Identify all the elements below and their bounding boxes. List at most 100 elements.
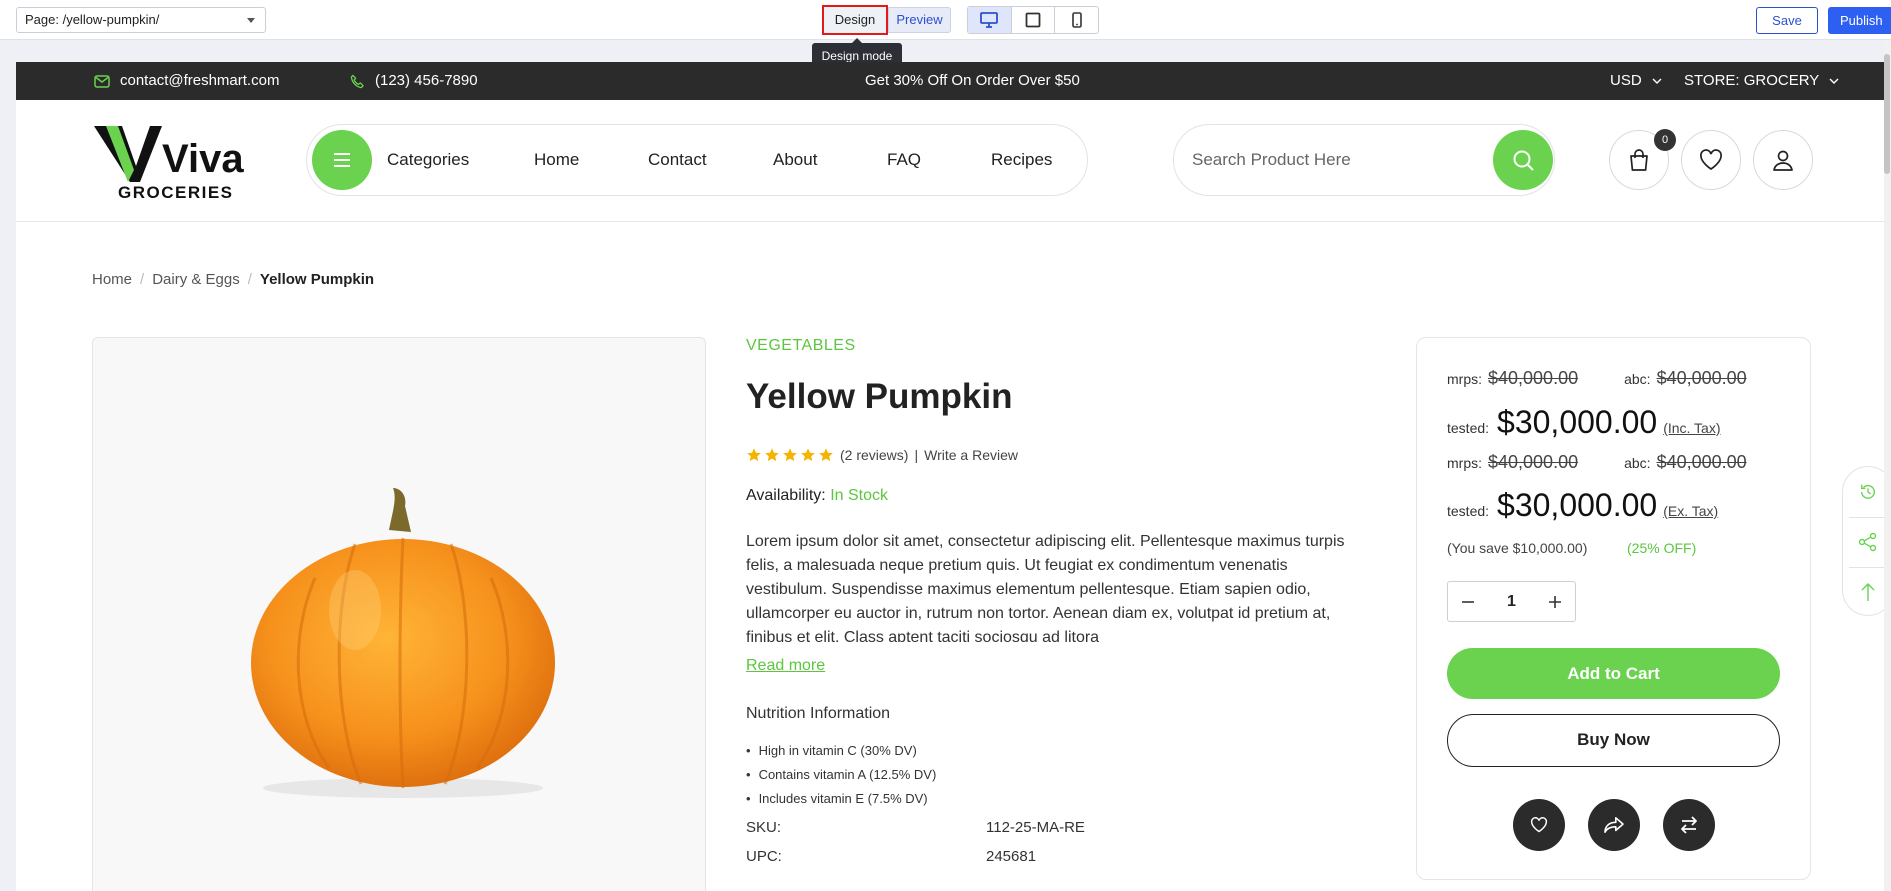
device-desktop[interactable] xyxy=(968,7,1012,33)
recently-viewed-button[interactable] xyxy=(1843,467,1884,517)
breadcrumb-separator: / xyxy=(140,271,145,288)
mrps-value: $40,000.00 xyxy=(1488,368,1579,388)
nav-contact[interactable]: Contact xyxy=(648,125,707,195)
site-canvas: contact@freshmart.com (123) 456-7890 Get… xyxy=(16,62,1884,891)
add-to-cart-button[interactable]: Add to Cart xyxy=(1447,648,1780,699)
page-select[interactable]: Page: /yellow-pumpkin/ xyxy=(16,7,266,33)
nutrition-list: High in vitamin C (30% DV) Contains vita… xyxy=(746,739,937,811)
svg-text:GROCERIES: GROCERIES xyxy=(118,183,234,202)
abc-label: abc: xyxy=(1624,455,1651,471)
compare-product-button[interactable] xyxy=(1663,799,1715,851)
star-icon xyxy=(747,448,761,462)
page-scrollbar[interactable] xyxy=(1883,40,1891,891)
breadcrumb: Home / Dairy & Eggs / Yellow Pumpkin xyxy=(92,271,374,288)
share-arrow-icon xyxy=(1604,816,1624,834)
topbar-phone[interactable]: (123) 456-7890 xyxy=(350,62,478,100)
search-icon xyxy=(1513,150,1534,171)
ex-tax-label[interactable]: (Ex. Tax) xyxy=(1663,503,1718,519)
sku-row: SKU: 112-25-MA-RE xyxy=(746,819,1346,836)
quantity-input[interactable]: 1 xyxy=(1488,582,1535,621)
main-navigation: Categories Home Contact About FAQ Recipe… xyxy=(306,124,1088,196)
phone-icon xyxy=(350,74,364,88)
design-mode-button[interactable]: Design xyxy=(822,5,888,35)
arrow-up-icon xyxy=(1861,583,1875,601)
discount-badge: (25% OFF) xyxy=(1627,540,1697,556)
product-description: Lorem ipsum dolor sit amet, consectetur … xyxy=(746,533,1345,642)
product-category[interactable]: VEGETABLES xyxy=(746,337,856,355)
quantity-increase-button[interactable] xyxy=(1535,582,1575,621)
hamburger-icon xyxy=(334,153,350,167)
cart-button[interactable]: 0 xyxy=(1609,129,1676,190)
tablet-icon xyxy=(1025,12,1041,28)
sku-label: SKU: xyxy=(746,819,782,836)
wishlist-button[interactable] xyxy=(1681,130,1741,190)
nav-recipes[interactable]: Recipes xyxy=(991,125,1052,195)
account-button[interactable] xyxy=(1753,130,1813,190)
cart-count-badge: 0 xyxy=(1654,129,1676,151)
preview-mode-button[interactable]: Preview xyxy=(888,7,951,33)
price-panel: mrps: $40,000.00 abc: $40,000.00 tested:… xyxy=(1416,337,1811,880)
abc-value: $40,000.00 xyxy=(1656,368,1747,388)
user-icon xyxy=(1773,150,1793,171)
nav-faq[interactable]: FAQ xyxy=(887,125,921,195)
nav-about[interactable]: About xyxy=(773,125,817,195)
mail-icon xyxy=(94,74,110,88)
caret-down-icon xyxy=(247,18,255,23)
share-side-button[interactable] xyxy=(1843,517,1884,567)
star-icon xyxy=(801,448,815,462)
tested-label: tested: xyxy=(1447,420,1490,436)
topbar-promo: Get 30% Off On Order Over $50 xyxy=(865,72,1080,89)
product-image-frame[interactable] xyxy=(92,337,706,891)
buy-now-button[interactable]: Buy Now xyxy=(1447,714,1780,767)
topbar-email[interactable]: contact@freshmart.com xyxy=(94,62,279,100)
breadcrumb-category[interactable]: Dairy & Eggs xyxy=(152,271,240,288)
product-rating: (2 reviews) | Write a Review xyxy=(746,447,1018,463)
categories-menu-button[interactable] xyxy=(312,130,372,190)
currency-select[interactable]: USD xyxy=(1610,62,1662,100)
star-icon xyxy=(819,448,833,462)
add-to-wishlist-button[interactable] xyxy=(1513,799,1565,851)
plus-icon xyxy=(1549,595,1561,608)
list-item: Contains vitamin A (12.5% DV) xyxy=(746,763,937,787)
read-more-link[interactable]: Read more xyxy=(746,657,825,675)
scroll-to-top-button[interactable] xyxy=(1843,567,1884,617)
star-icon xyxy=(765,448,779,462)
breadcrumb-home[interactable]: Home xyxy=(92,271,132,288)
search-button[interactable] xyxy=(1493,130,1553,190)
desktop-icon xyxy=(980,12,999,28)
write-review-link[interactable]: Write a Review xyxy=(924,447,1018,463)
tested-price: $30,000.00 xyxy=(1497,404,1658,440)
share-product-button[interactable] xyxy=(1588,799,1640,851)
price-row-mrps-1: mrps: $40,000.00 abc: $40,000.00 xyxy=(1447,368,1747,389)
device-mobile[interactable] xyxy=(1055,7,1098,33)
save-button[interactable]: Save xyxy=(1756,7,1818,34)
minus-icon xyxy=(1462,600,1474,603)
review-count[interactable]: (2 reviews) xyxy=(840,447,908,463)
search-input[interactable] xyxy=(1192,125,1472,195)
store-select[interactable]: STORE: GROCERY xyxy=(1684,62,1839,100)
list-item: Includes vitamin E (7.5% DV) xyxy=(746,787,936,811)
quantity-decrease-button[interactable] xyxy=(1448,582,1488,621)
device-tablet[interactable] xyxy=(1012,7,1056,33)
main-header: Viva GROCERIES Categories Home Contact A… xyxy=(16,100,1884,222)
mrps-label: mrps: xyxy=(1447,371,1482,387)
inc-tax-label[interactable]: (Inc. Tax) xyxy=(1663,420,1720,436)
nav-categories[interactable]: Categories xyxy=(387,125,469,195)
review-separator: | xyxy=(914,447,919,463)
nav-home[interactable]: Home xyxy=(534,125,579,195)
upc-label: UPC: xyxy=(746,848,782,865)
shopping-bag-icon xyxy=(1630,149,1648,171)
search-bar xyxy=(1173,124,1555,196)
upc-row: UPC: 245681 xyxy=(746,848,1346,865)
scrollbar-thumb[interactable] xyxy=(1884,54,1890,174)
savings-note: (You save $10,000.00) xyxy=(1447,540,1588,556)
publish-button[interactable]: Publish xyxy=(1828,7,1891,34)
heart-icon xyxy=(1700,149,1722,171)
editor-toolbar: Page: /yellow-pumpkin/ Design Preview Sa… xyxy=(0,0,1891,40)
availability-status: In Stock xyxy=(830,487,889,504)
breadcrumb-separator: / xyxy=(247,271,252,288)
site-logo[interactable]: Viva GROCERIES xyxy=(92,122,252,202)
availability-label: Availability: xyxy=(746,487,826,504)
tested-label: tested: xyxy=(1447,503,1490,519)
history-icon xyxy=(1861,484,1875,499)
